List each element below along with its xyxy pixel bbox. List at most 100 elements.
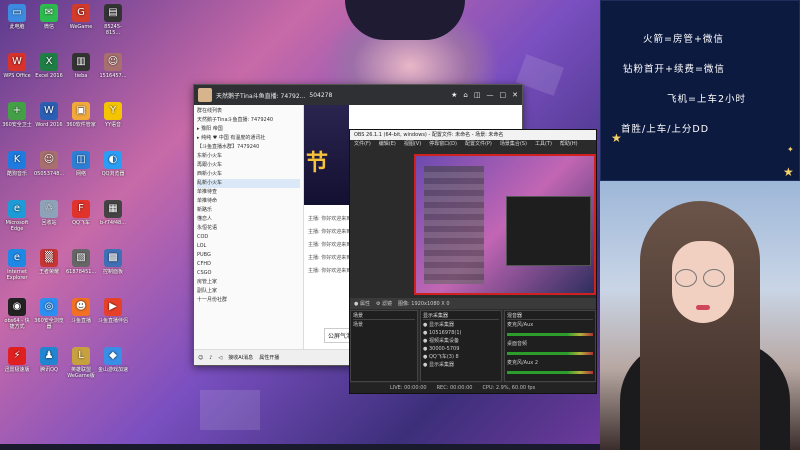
mixer-channel: 桌面音频: [507, 341, 528, 347]
source-item[interactable]: ● QQ飞车(3) 8: [423, 353, 499, 361]
desktop-icon[interactable]: ◐ QQ浏览器: [98, 151, 128, 177]
desktop-icon[interactable]: F QQ飞车: [66, 200, 96, 226]
obs-menu-item[interactable]: 场景集合(S): [500, 140, 527, 149]
group-list-item[interactable]: 天然鹅子Tina斗鱼直播: 7479240: [197, 116, 300, 125]
group-list-item[interactable]: ▸ 豫阳 帝国: [197, 125, 300, 134]
obs-menu-item[interactable]: 文件(F): [354, 140, 371, 149]
source-item[interactable]: ● 显示采集器: [423, 361, 499, 369]
obs-menu-item[interactable]: 编辑(E): [379, 140, 396, 149]
group-list-item[interactable]: CSGO: [197, 269, 300, 278]
footer-ai-label[interactable]: 接收AI消息: [228, 354, 253, 361]
desktop-icon[interactable]: W Word 2016: [34, 102, 64, 128]
desktop-icon-label: 腾讯QQ: [40, 367, 58, 373]
group-list-item[interactable]: 再跟小火车: [197, 161, 300, 170]
group-list-item[interactable]: 单推待查: [197, 188, 300, 197]
mixer-panel[interactable]: 混音器 麦克风/Aux 桌面音频 麦克风/Aux 2: [504, 310, 596, 382]
group-list-item[interactable]: 单推待命: [197, 197, 300, 206]
obs-preview[interactable]: [414, 154, 596, 295]
scene-item[interactable]: 场景: [353, 321, 415, 329]
obs-menu-item[interactable]: 停靠窗口(D): [429, 140, 457, 149]
group-list-item[interactable]: 群在线列表: [197, 107, 300, 116]
desktop-icon[interactable]: L 英雄联盟WeGame版: [66, 347, 96, 379]
close-icon[interactable]: ✕: [512, 91, 518, 99]
star-icon[interactable]: ★: [451, 91, 457, 99]
gamepad-icon[interactable]: ◫: [474, 91, 481, 99]
group-list-item[interactable]: 房管上家: [197, 278, 300, 287]
obs-window[interactable]: OBS 26.1.1 (64-bit, windows) - 配置文件: 未命名…: [349, 129, 597, 394]
app-icon: e: [8, 249, 26, 267]
volume-meter[interactable]: [507, 352, 593, 355]
emoji-icon[interactable]: ☺: [198, 355, 203, 361]
desktop-icon[interactable]: ◆ 金山游戏加速: [98, 347, 128, 373]
obs-menu-item[interactable]: 帮助(H): [560, 140, 578, 149]
volume-meter[interactable]: [507, 371, 593, 374]
obs-menu-item[interactable]: 工具(T): [535, 140, 552, 149]
minimize-icon[interactable]: —: [487, 91, 494, 99]
group-list-item[interactable]: 永恒花语: [197, 224, 300, 233]
group-list-item[interactable]: ▸ 纯纯 ♥ 中国 有温度的通讯社: [197, 134, 300, 143]
desktop-icon[interactable]: ◫ 网络: [66, 151, 96, 177]
group-list-item[interactable]: 新路乐: [197, 206, 300, 215]
group-list-item[interactable]: CFHD: [197, 260, 300, 269]
desktop-icon[interactable]: ♲ 回收站: [34, 200, 64, 226]
mic-icon[interactable]: ♪: [209, 355, 212, 361]
app-icon: L: [72, 347, 90, 365]
desktop-icon[interactable]: ▥ tieba: [66, 53, 96, 79]
desktop-icon[interactable]: ▒ 王者荣耀: [34, 249, 64, 275]
group-list-item[interactable]: COD: [197, 233, 300, 242]
desktop-icon[interactable]: ☺ 05053748...: [34, 151, 64, 177]
group-list-item[interactable]: 东新小火车: [197, 152, 300, 161]
desktop-icon[interactable]: ▭ 此电脑: [2, 4, 32, 30]
desktop-icon[interactable]: ▤ 85245-815...: [98, 4, 128, 36]
properties-button[interactable]: ● 属性: [354, 300, 370, 307]
obs-menu-item[interactable]: 视图(V): [404, 140, 421, 149]
desktop-icon[interactable]: ◉ obs64 - 快捷方式: [2, 298, 32, 330]
group-list-item[interactable]: 懂恋人: [197, 215, 300, 224]
group-list-item[interactable]: LOL: [197, 242, 300, 251]
desktop-icon[interactable]: ✉ 微信: [34, 4, 64, 30]
app-icon: ▦: [104, 200, 122, 218]
desktop-icon[interactable]: ☺ 1516457...: [98, 53, 128, 79]
desktop-icon[interactable]: ▩ 控制面板: [98, 249, 128, 275]
desktop-icon[interactable]: ♟ 腾讯QQ: [34, 347, 64, 373]
scenes-panel[interactable]: 场景 场景: [350, 310, 418, 382]
volume-icon[interactable]: ◁: [218, 355, 222, 361]
desktop-icon[interactable]: e Internet Explorer: [2, 249, 32, 281]
filters-button[interactable]: ⚙ 滤镜: [376, 300, 392, 307]
desktop-icon[interactable]: W WPS Office: [2, 53, 32, 79]
group-list-item[interactable]: 十一月份社群: [197, 296, 300, 305]
qq-group-list[interactable]: 群在线列表 天然鹅子Tina斗鱼直播: 7479240 ▸ 豫阳 帝国 ▸ 纯纯 ♥ …: [194, 105, 304, 349]
desktop-icon[interactable]: ▧ 61878451...: [66, 249, 96, 275]
desktop-icon[interactable]: ▦ b-f74f48...: [98, 200, 128, 226]
desktop-icon[interactable]: ▣ 360软件管家: [66, 102, 96, 128]
group-list-item[interactable]: 副队上家: [197, 287, 300, 296]
source-item[interactable]: ● 显示采集器: [423, 321, 499, 329]
desktop-icon[interactable]: ⚡ 迅雷极速版: [2, 347, 32, 373]
group-list-item[interactable]: 乱新小火车: [197, 179, 300, 188]
source-item[interactable]: ● 30000-5709: [423, 345, 499, 353]
desktop-icon[interactable]: Y YY语音: [98, 102, 128, 128]
obs-menu-item[interactable]: 配置文件(P): [465, 140, 492, 149]
desktop-icon[interactable]: K 酷狗音乐: [2, 151, 32, 177]
webcam-lips: [696, 305, 710, 310]
desktop-icon[interactable]: e Microsoft Edge: [2, 200, 32, 232]
desktop-icon[interactable]: ▶ 斗鱼直播伴侣: [98, 298, 128, 324]
obs-titlebar[interactable]: OBS 26.1.1 (64-bit, windows) - 配置文件: 未命名…: [350, 130, 596, 140]
group-list-item[interactable]: 西新小火车: [197, 170, 300, 179]
volume-meter[interactable]: [507, 333, 593, 336]
sources-panel[interactable]: 显示采集器 ● 显示采集器 ● 10516978(1) ● 视频采集设备 ● 3000…: [420, 310, 502, 382]
home-icon[interactable]: ⌂: [463, 91, 467, 99]
desktop-icon[interactable]: ☻ 斗鱼直播: [66, 298, 96, 324]
source-item[interactable]: ● 视频采集设备: [423, 337, 499, 345]
desktop-icon[interactable]: G WeGame: [66, 4, 96, 30]
qq-titlebar[interactable]: 天然鹅子Tina斗鱼直播: 74792... 504278 ★ ⌂ ◫ — □ …: [194, 85, 522, 105]
group-list-item[interactable]: 【斗鱼直播水群】7479240: [197, 143, 300, 152]
sparkle-icon: ✦: [787, 145, 794, 154]
maximize-icon[interactable]: □: [500, 91, 507, 99]
footer-live-label[interactable]: 属性开播: [259, 354, 279, 361]
desktop-icon[interactable]: X Excel 2016: [34, 53, 64, 79]
group-list-item[interactable]: PUBG: [197, 251, 300, 260]
source-item[interactable]: ● 10516978(1): [423, 329, 499, 337]
desktop-icon[interactable]: ◎ 360安全浏览器: [34, 298, 64, 330]
desktop-icon[interactable]: +360安全卫士: [2, 102, 32, 128]
